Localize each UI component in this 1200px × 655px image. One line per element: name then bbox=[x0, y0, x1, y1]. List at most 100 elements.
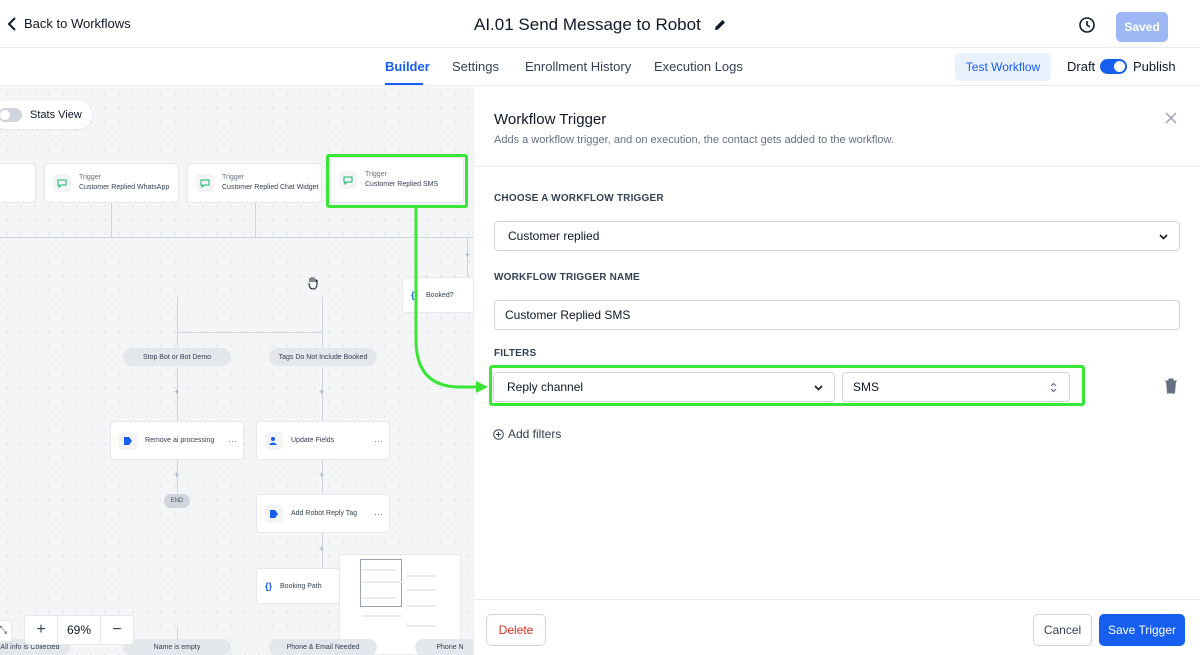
minimap-node bbox=[362, 581, 402, 583]
trigger-type-select[interactable]: Customer replied bbox=[494, 221, 1180, 251]
add-step-icon[interactable]: + bbox=[319, 544, 324, 554]
add-filters-label: Add filters bbox=[508, 427, 562, 441]
trash-icon[interactable] bbox=[1164, 378, 1178, 394]
saved-button[interactable]: Saved bbox=[1116, 12, 1168, 42]
chevron-left-icon bbox=[7, 16, 16, 31]
delete-button[interactable]: Delete bbox=[486, 614, 546, 646]
panel-subtitle: Adds a workflow trigger, and on executio… bbox=[494, 134, 894, 146]
minimap-node bbox=[362, 615, 402, 617]
add-step-icon[interactable]: + bbox=[174, 387, 179, 397]
add-step-icon[interactable]: + bbox=[319, 387, 324, 397]
active-tab-indicator bbox=[385, 83, 423, 85]
divider bbox=[474, 166, 1200, 167]
tab-settings[interactable]: Settings bbox=[452, 59, 499, 74]
close-icon[interactable] bbox=[1164, 111, 1178, 125]
more-icon[interactable]: ··· bbox=[374, 509, 383, 519]
workflow-title-group: AI.01 Send Message to Robot bbox=[474, 15, 727, 35]
footer-divider bbox=[473, 599, 1200, 600]
hand-cursor-icon bbox=[308, 277, 318, 290]
action-node-update-fields[interactable]: Update Fields ··· bbox=[256, 421, 390, 460]
add-step-icon[interactable]: + bbox=[319, 470, 324, 480]
trigger-name-label: WORKFLOW TRIGGER NAME bbox=[494, 272, 640, 283]
tab-execution-logs[interactable]: Execution Logs bbox=[654, 59, 743, 74]
stats-view-label: Stats View bbox=[30, 109, 82, 121]
connector-line bbox=[111, 203, 112, 237]
tag-icon bbox=[265, 504, 283, 523]
annotation-arrow bbox=[414, 207, 488, 393]
chat-icon bbox=[53, 174, 71, 192]
chat-icon bbox=[196, 174, 214, 192]
trigger-name: Customer Replied WhatsApp bbox=[79, 184, 170, 191]
minimap-node bbox=[406, 589, 436, 591]
trigger-type-value: Customer replied bbox=[508, 229, 600, 243]
end-marker: END bbox=[164, 494, 190, 508]
trigger-name-input[interactable]: Customer Replied SMS bbox=[494, 300, 1180, 330]
connector-line bbox=[177, 297, 178, 347]
publish-toggle[interactable] bbox=[1100, 59, 1127, 74]
zoom-controls: + 69% − bbox=[24, 615, 134, 645]
pencil-icon[interactable] bbox=[713, 18, 727, 32]
workflow-title: AI.01 Send Message to Robot bbox=[474, 15, 701, 34]
minimap-node bbox=[362, 569, 396, 571]
tab-builder[interactable]: Builder bbox=[385, 59, 430, 74]
back-label: Back to Workflows bbox=[24, 16, 131, 31]
filter-highlight-box bbox=[489, 365, 1085, 406]
condition-icon: {} bbox=[265, 581, 273, 591]
minimap-node bbox=[406, 605, 436, 607]
test-workflow-button[interactable]: Test Workflow bbox=[955, 53, 1051, 81]
stats-view-switch[interactable] bbox=[0, 108, 22, 122]
chevron-down-icon bbox=[1159, 234, 1168, 240]
more-icon[interactable]: ··· bbox=[374, 436, 383, 446]
draft-label: Draft bbox=[1067, 59, 1096, 74]
trigger-kind: Trigger bbox=[79, 174, 101, 181]
zoom-out-button[interactable]: − bbox=[101, 621, 133, 639]
add-filters-button[interactable]: Add filters bbox=[493, 427, 561, 441]
minimap-node bbox=[406, 575, 436, 577]
branch-pill[interactable]: Stop Bot or Bot Demo bbox=[123, 348, 231, 366]
choose-trigger-label: CHOOSE A WORKFLOW TRIGGER bbox=[494, 193, 664, 204]
connector-line bbox=[177, 332, 322, 333]
stats-view-toggle[interactable]: Stats View bbox=[0, 101, 92, 129]
fit-view-icon[interactable]: ⤡ bbox=[0, 620, 12, 642]
branch-pill[interactable]: Phone N bbox=[415, 639, 473, 655]
top-header: Back to Workflows AI.01 Send Message to … bbox=[0, 0, 1200, 48]
branch-pill[interactable]: Tags Do Not Include Booked bbox=[269, 348, 377, 366]
minimap-viewport[interactable] bbox=[360, 559, 402, 607]
action-node-add-tag[interactable]: Add Robot Reply Tag ··· bbox=[256, 494, 390, 533]
branch-pill[interactable]: Phone & Email Needed bbox=[269, 639, 377, 655]
trigger-node-chat-widget[interactable]: Trigger Customer Replied Chat Widget bbox=[187, 163, 322, 203]
action-node-remove-ai[interactable]: Remove ai processing ··· bbox=[110, 421, 244, 460]
add-step-icon[interactable]: + bbox=[174, 470, 179, 480]
plus-circle-icon bbox=[493, 428, 504, 440]
panel-title: Workflow Trigger bbox=[494, 111, 607, 128]
trigger-node-whatsapp[interactable]: Trigger Customer Replied WhatsApp bbox=[44, 163, 179, 203]
connector-line bbox=[255, 203, 256, 237]
filters-label: FILTERS bbox=[494, 348, 537, 359]
condition-label: Booking Path bbox=[280, 582, 322, 590]
back-to-workflows-button[interactable]: Back to Workflows bbox=[6, 16, 131, 31]
zoom-level: 69% bbox=[57, 615, 101, 645]
trigger-node-partial[interactable] bbox=[0, 163, 36, 203]
trigger-highlight-box bbox=[326, 154, 468, 208]
branch-pill[interactable]: Name is empty bbox=[123, 639, 231, 655]
tab-enrollment-history[interactable]: Enrollment History bbox=[525, 59, 631, 74]
trigger-name-value: Customer Replied SMS bbox=[505, 308, 631, 322]
history-icon[interactable] bbox=[1078, 16, 1096, 34]
zoom-in-button[interactable]: + bbox=[25, 621, 57, 639]
tag-icon bbox=[119, 431, 137, 450]
more-icon[interactable]: ··· bbox=[228, 436, 237, 446]
action-label: Update Fields bbox=[291, 437, 335, 444]
trigger-name: Customer Replied Chat Widget bbox=[222, 184, 319, 191]
action-label: Remove ai processing bbox=[145, 437, 215, 444]
tabs-bar: Builder Settings Enrollment History Exec… bbox=[0, 48, 1200, 86]
minimap-node bbox=[362, 597, 396, 599]
save-trigger-button[interactable]: Save Trigger bbox=[1099, 614, 1185, 646]
publish-label: Publish bbox=[1133, 59, 1176, 74]
user-edit-icon bbox=[265, 431, 283, 450]
condition-node-booking-path[interactable]: {} Booking Path bbox=[256, 568, 340, 604]
action-label: Add Robot Reply Tag bbox=[291, 510, 358, 517]
connector-line bbox=[322, 297, 323, 347]
minimap-node bbox=[406, 625, 436, 627]
trigger-kind: Trigger bbox=[222, 174, 244, 181]
cancel-button[interactable]: Cancel bbox=[1033, 614, 1092, 646]
